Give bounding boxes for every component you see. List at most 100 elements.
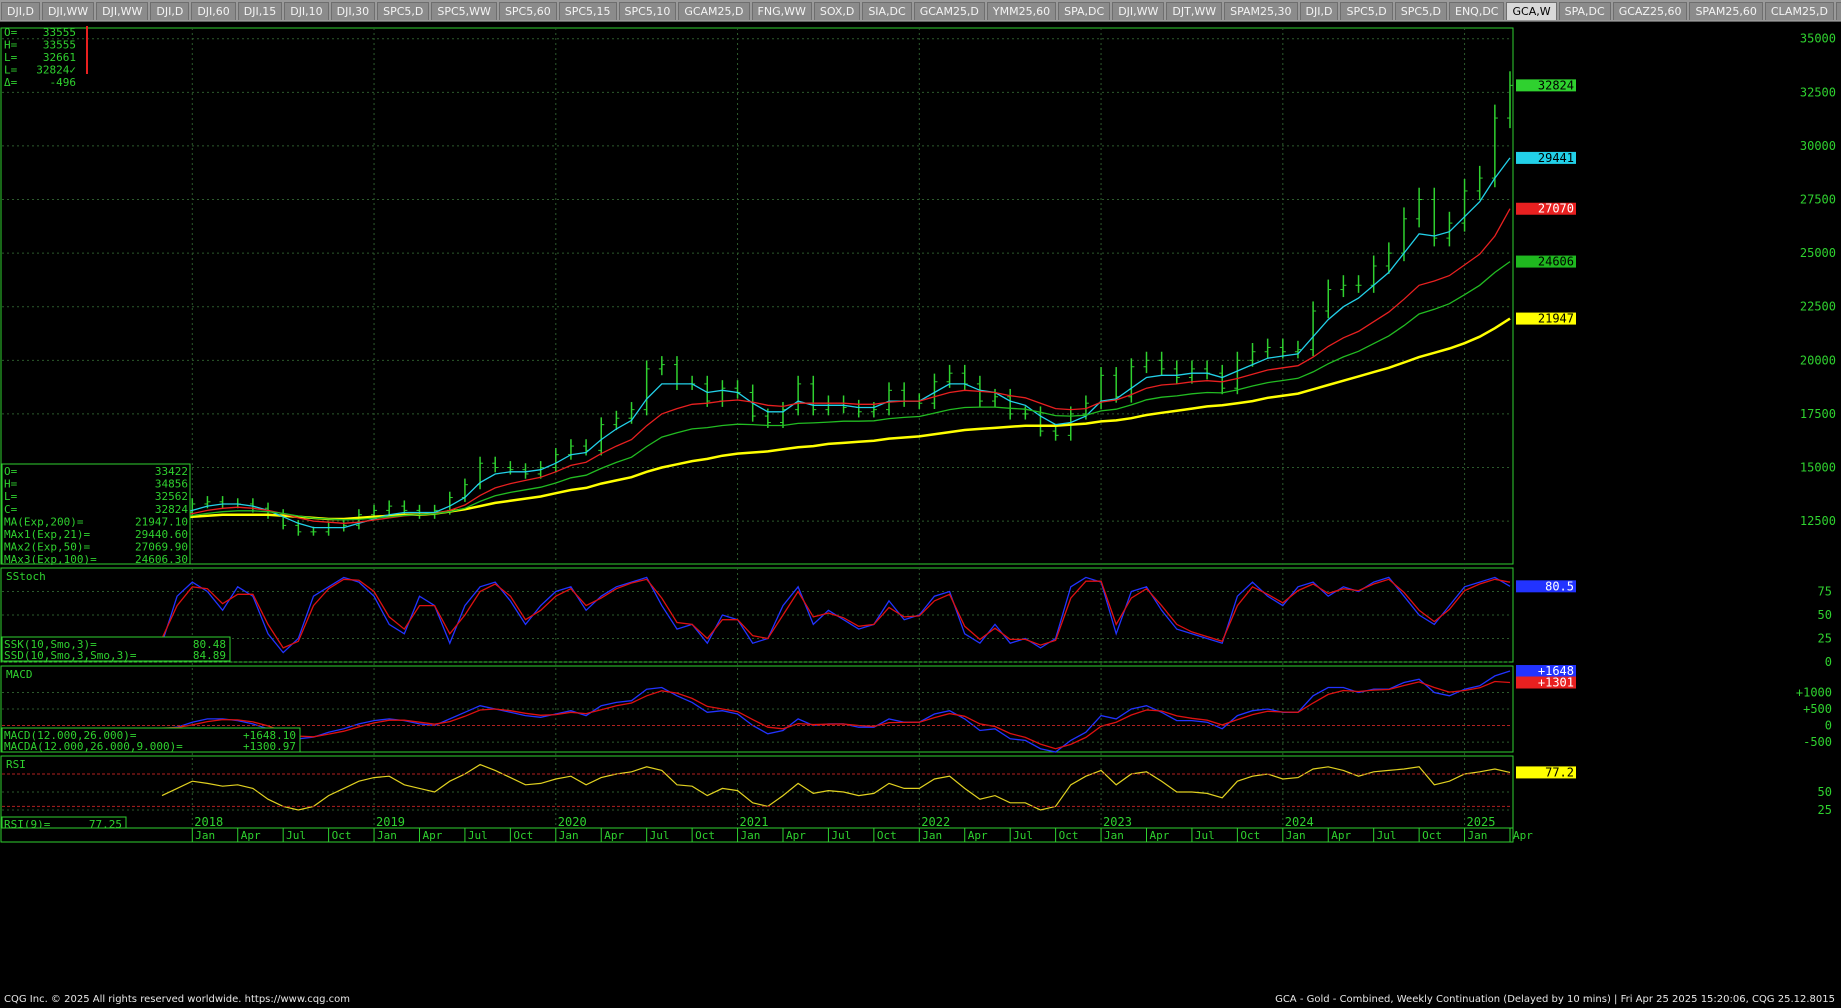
symbol-tab[interactable]: SPAM25,60 <box>1689 2 1763 20</box>
chart-info-text: GCA - Gold - Combined, Weekly Continuati… <box>1275 994 1835 1005</box>
symbol-tab[interactable]: SPC5,60 <box>498 2 557 20</box>
sstoch-info-box-label: SSD(10,Smo,3,Smo,3)= <box>4 649 137 662</box>
rsi-marker: 77.2 <box>1545 765 1574 779</box>
macd-tick-label: +500 <box>1803 702 1832 716</box>
year-tick-label: 2018 <box>194 815 223 829</box>
symbol-tab[interactable]: TYA,DC <box>1835 2 1841 20</box>
sstoch-info-box-value: 84.89 <box>193 649 226 662</box>
price-tick-label: 15000 <box>1800 461 1836 475</box>
symbol-tab[interactable]: FNG,WW <box>751 2 812 20</box>
month-tick-label: Jan <box>195 829 215 842</box>
price-tick-label: 30000 <box>1800 139 1836 153</box>
price-info-label: C= <box>4 503 18 516</box>
ma-line-1 <box>161 317 1511 521</box>
symbol-tab[interactable]: GCAZ25,60 <box>1612 2 1688 20</box>
symbol-tab[interactable]: DJT,WW <box>1166 2 1223 20</box>
macd-title: MACD <box>6 668 33 681</box>
price-info-label: MAx2(Exp,50)= <box>4 541 90 554</box>
price-tick-label: 27500 <box>1800 193 1836 207</box>
month-tick-label: Apr <box>1331 829 1351 842</box>
sstoch-line-1 <box>161 578 1511 649</box>
symbol-tab[interactable]: SPAM25,30 <box>1224 2 1298 20</box>
symbol-tab[interactable]: SPC5,WW <box>431 2 497 20</box>
price-info-value: 29440.60 <box>135 528 188 541</box>
price-tick-label: 20000 <box>1800 353 1836 367</box>
symbol-tab[interactable]: SPC5,D <box>377 2 430 20</box>
macd-info-box-value: +1300.97 <box>243 740 296 753</box>
symbol-tab[interactable]: SPC5,D <box>1340 2 1393 20</box>
month-tick-label: Jan <box>1104 829 1124 842</box>
symbol-tab[interactable]: DJI,30 <box>330 2 376 20</box>
symbol-tab[interactable]: DJI,WW <box>1112 2 1165 20</box>
month-tick-label: Apr <box>604 829 624 842</box>
symbol-tab[interactable]: GCAM25,D <box>678 2 750 20</box>
symbol-tab[interactable]: DJI,D <box>1299 2 1339 20</box>
macd-tick-label: 0 <box>1825 719 1832 733</box>
symbol-tab[interactable]: SPC5,10 <box>618 2 677 20</box>
sstoch-tick-label: 50 <box>1818 608 1832 622</box>
ma200-marker: 21947 <box>1538 312 1574 326</box>
symbol-tab[interactable]: DJI,D <box>1 2 40 20</box>
price-tick-label: 12500 <box>1800 514 1836 528</box>
price-info-label: MAx3(Exp,100)= <box>4 553 97 566</box>
month-tick-label: Apr <box>1149 829 1169 842</box>
symbol-tab[interactable]: SPC5,D <box>1394 2 1447 20</box>
rsi-tick-label: 50 <box>1818 785 1832 799</box>
cursor-readout-label: L= <box>4 64 18 77</box>
month-tick-label: Oct <box>332 829 352 842</box>
ma21-marker: 29441 <box>1538 151 1574 165</box>
month-tick-label: Jul <box>286 829 306 842</box>
month-tick-label: Apr <box>422 829 442 842</box>
price-info-label: O= <box>4 465 18 478</box>
copyright-text: CQG Inc. © 2025 All rights reserved worl… <box>4 994 351 1005</box>
price-info-label: H= <box>4 478 18 491</box>
price-tick-label: 22500 <box>1800 300 1836 314</box>
symbol-tab[interactable]: SPA,DC <box>1058 2 1111 20</box>
rsi-title: RSI <box>6 758 26 771</box>
cursor-readout-value: 33555 <box>43 39 76 52</box>
price-info-value: 32824 <box>155 503 188 516</box>
symbol-tab[interactable]: DJI,15 <box>237 2 283 20</box>
year-tick-label: 2019 <box>376 815 405 829</box>
price-tick-label: 32500 <box>1800 85 1836 99</box>
cursor-readout-value: -496 <box>50 76 77 89</box>
month-tick-label: Oct <box>1422 829 1442 842</box>
last-price-marker: 32824 <box>1538 78 1574 92</box>
symbol-tab[interactable]: YMM25,60 <box>986 2 1057 20</box>
symbol-tab[interactable]: SIA,DC <box>862 2 912 20</box>
price-tick-label: 35000 <box>1800 32 1836 46</box>
symbol-tab[interactable]: SPC5,15 <box>558 2 617 20</box>
month-tick-label: Apr <box>1513 829 1533 842</box>
price-info-label: MAx1(Exp,21)= <box>4 528 90 541</box>
cursor-readout-label: L= <box>4 51 18 64</box>
month-tick-label: Oct <box>1240 829 1260 842</box>
symbol-tab[interactable]: SOX,D <box>813 2 861 20</box>
cursor-readout-value: 32661 <box>43 51 76 64</box>
year-tick-label: 2022 <box>921 815 950 829</box>
symbol-tab[interactable]: DJI,WW <box>41 2 95 20</box>
symbol-tab[interactable]: GCA,W <box>1506 2 1557 20</box>
symbol-tab[interactable]: SPA,DC <box>1558 2 1611 20</box>
sstoch-tick-label: 75 <box>1818 585 1832 599</box>
symbol-tab-bar: DJI,D DJI,WW DJI,WW DJI,D DJI,60 DJI,15 DJI,10… <box>0 0 1841 22</box>
sstoch-tick-label: 0 <box>1825 655 1832 669</box>
ma-line-2 <box>161 157 1511 529</box>
symbol-tab[interactable]: DJI,60 <box>191 2 236 20</box>
symbol-tab[interactable]: CLAM25,D <box>1764 2 1834 20</box>
month-tick-label: Apr <box>786 829 806 842</box>
macd-line-1 <box>161 680 1511 750</box>
chart-area[interactable]: 12500 15000 17500 20000 22500 25000 27500 30000… <box>0 22 1841 994</box>
price-info-label: MA(Exp,200)= <box>4 515 84 528</box>
price-info-value: 32562 <box>155 490 188 503</box>
symbol-tab[interactable]: DJI,WW <box>96 2 149 20</box>
symbol-tab[interactable]: GCAM25,D <box>913 2 985 20</box>
month-tick-label: Jan <box>1286 829 1306 842</box>
sstoch-tick-label: 25 <box>1818 632 1832 646</box>
cursor-readout-label: Δ= <box>4 76 18 89</box>
symbol-tab[interactable]: DJI,D <box>150 2 190 20</box>
symbol-tab[interactable]: DJI,10 <box>284 2 329 20</box>
macd-line-0 <box>161 670 1511 753</box>
symbol-tab[interactable]: ENQ,DC <box>1449 2 1505 20</box>
price-tick-label: 17500 <box>1800 407 1836 421</box>
month-tick-label: Jan <box>559 829 579 842</box>
